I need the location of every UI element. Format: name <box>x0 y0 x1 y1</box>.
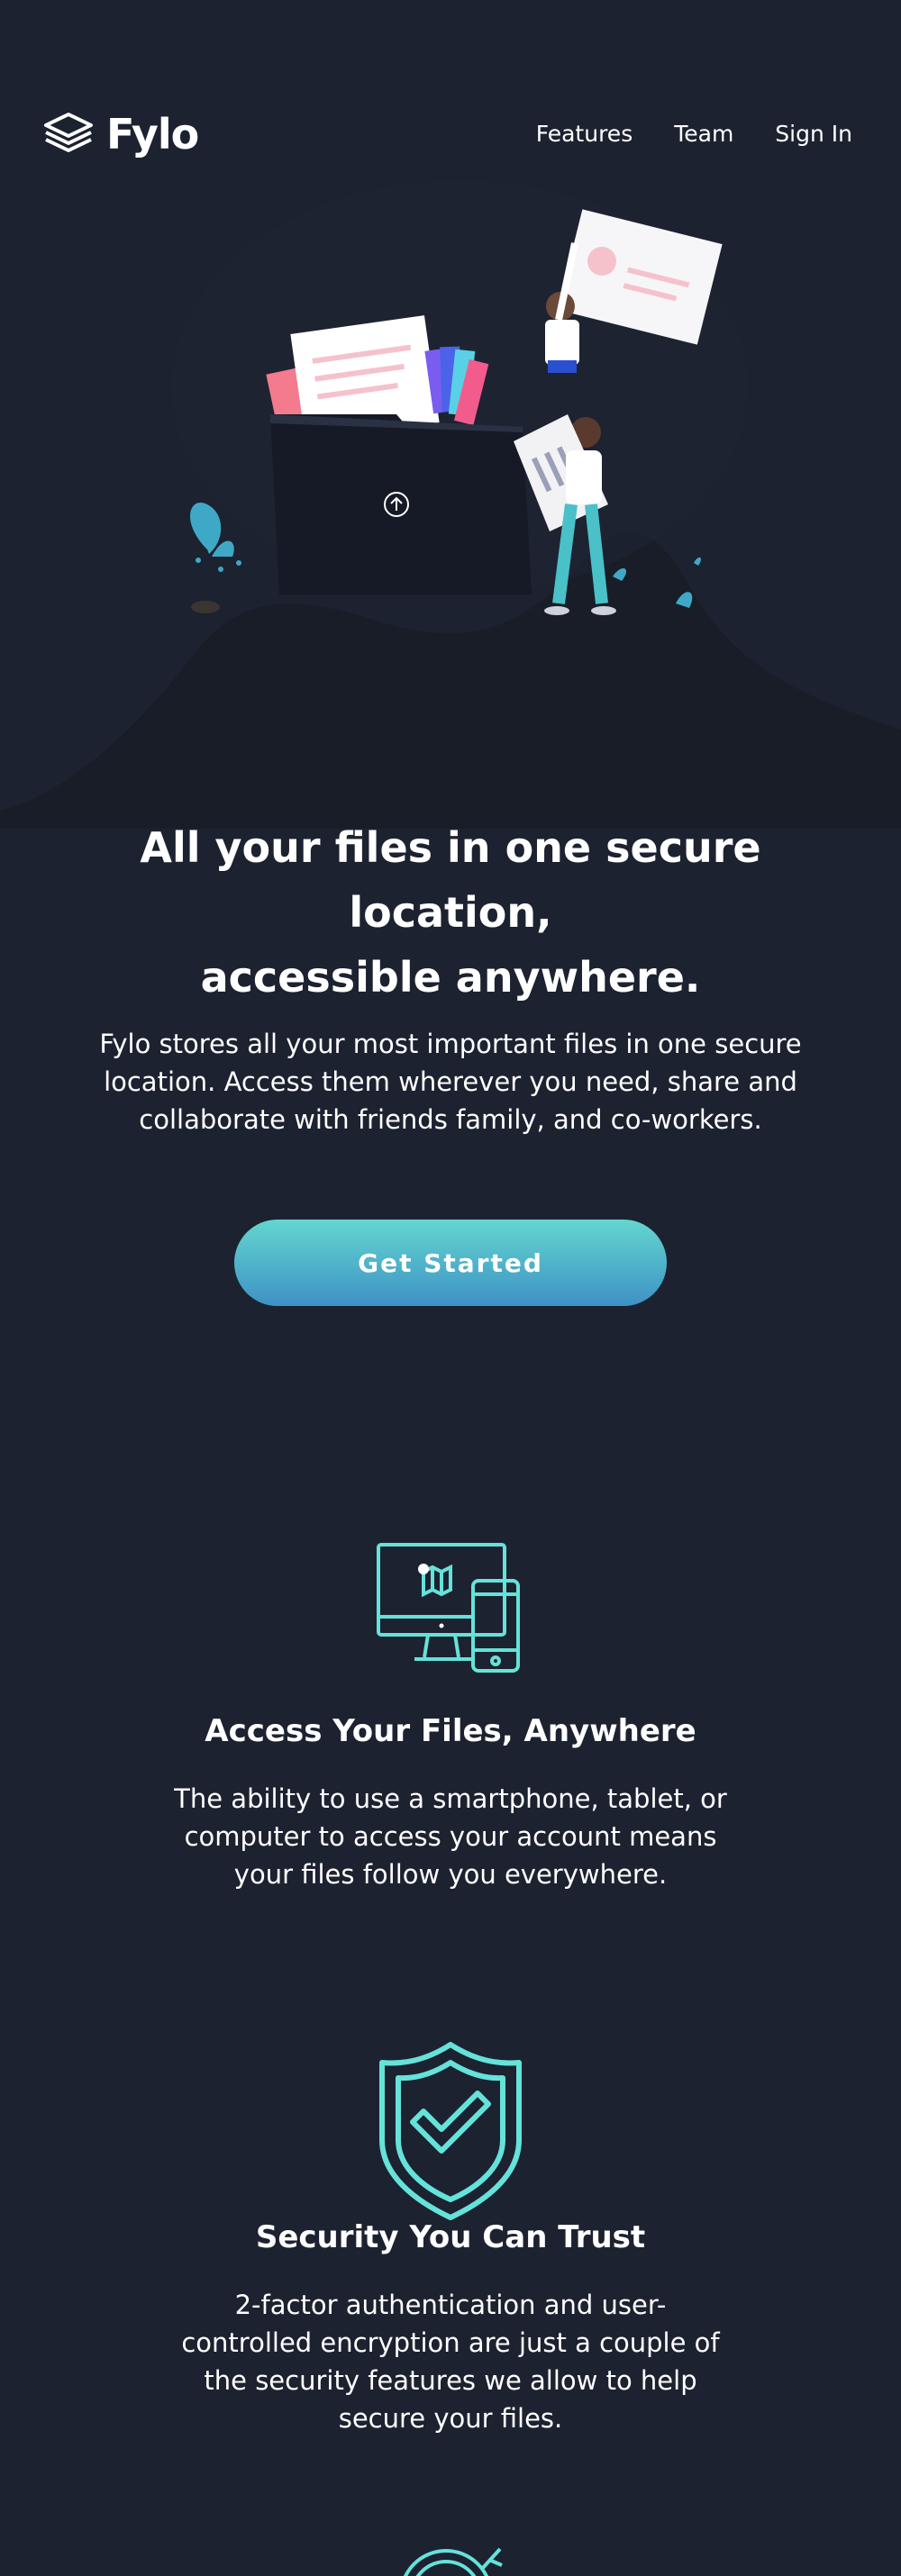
brand-name: Fylo <box>106 110 199 159</box>
hero-title-line-1: All your files in one secure location, <box>140 823 761 937</box>
feature-description: 2-factor authentication and user-control… <box>181 2290 720 2434</box>
get-started-button[interactable]: Get Started <box>234 1220 667 1306</box>
file-folder-illustration <box>190 209 723 615</box>
nav-sign-in-link[interactable]: Sign In <box>775 121 852 147</box>
landing-page: Fylo Features Team Sign In All your file… <box>0 0 901 2576</box>
main-nav: Features Team Sign In <box>536 121 852 147</box>
stack-layers-icon <box>43 112 94 158</box>
feature-title: Security You Can Trust <box>255 2219 646 2255</box>
hero-description: Fylo stores all your most important file… <box>99 1029 802 1135</box>
hero-title-line-2: accessible anywhere. <box>200 953 701 1002</box>
shield-check-icon <box>0 2041 901 2221</box>
hero-title: All your files in one secure location, a… <box>54 815 847 1010</box>
brand-logo[interactable]: Fylo <box>43 110 199 159</box>
feature-description: The ability to use a smartphone, tablet,… <box>174 1783 727 1890</box>
collaborate-icon <box>0 2542 901 2576</box>
feature-title: Access Your Files, Anywhere <box>205 1713 696 1749</box>
feature-security: Security You Can Trust 2-factor authenti… <box>0 2041 901 2434</box>
plant-icon <box>190 503 241 613</box>
nav-team-link[interactable]: Team <box>674 121 733 147</box>
nav-features-link[interactable]: Features <box>536 121 633 147</box>
devices-icon <box>0 1540 901 1675</box>
feature-access-files: Access Your Files, Anywhere The ability … <box>0 1531 901 1909</box>
